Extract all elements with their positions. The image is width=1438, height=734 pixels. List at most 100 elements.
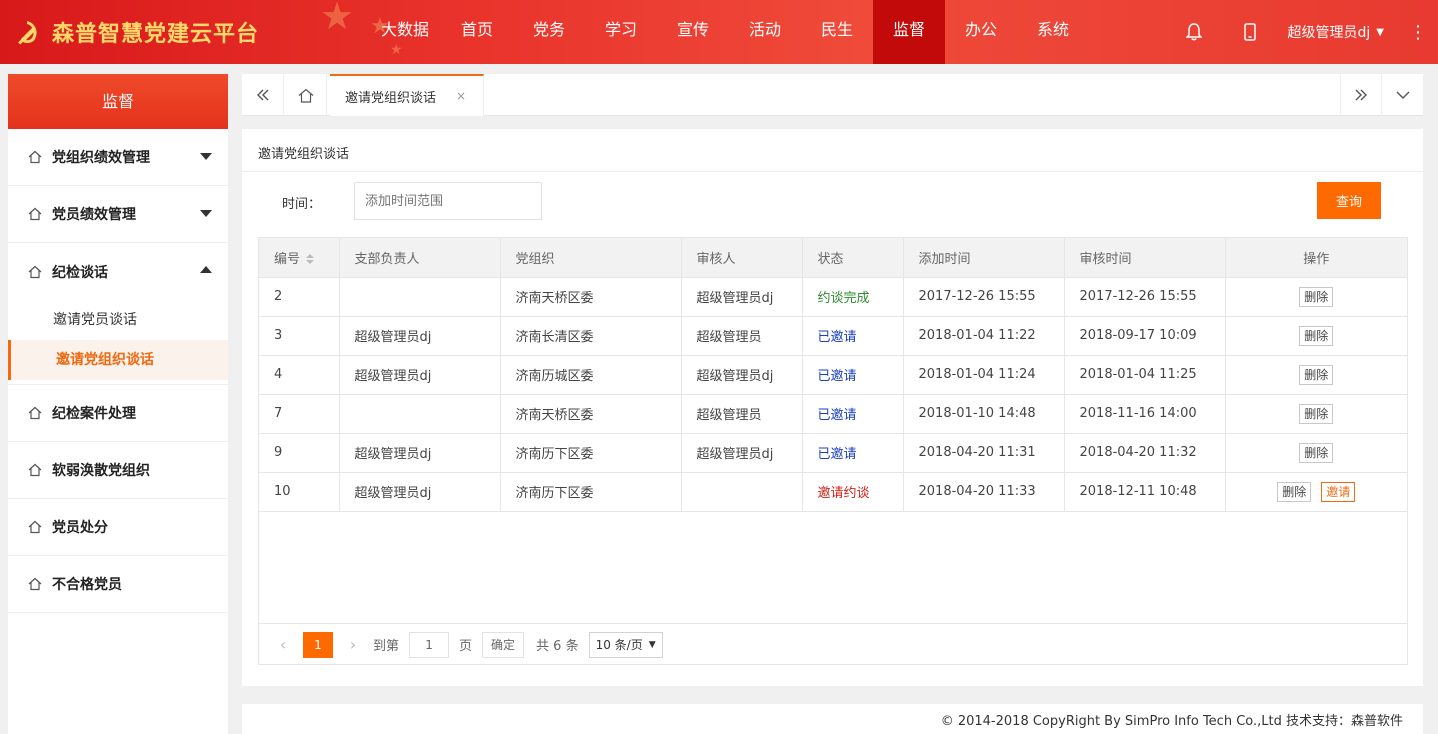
pagination: ‹ 1 › 到第 页 确定 共 6 条 10 条/页 ▼ <box>259 623 1407 665</box>
nav-publicity[interactable]: 宣传 <box>657 0 729 64</box>
goto-page-input[interactable] <box>409 631 450 658</box>
sidebar-item-weak-org[interactable]: 软弱涣散党组织 <box>8 442 228 499</box>
cell-reviewer: 超级管理员dj <box>681 433 803 473</box>
tab-scroll-left-icon[interactable] <box>242 74 284 116</box>
cell-org: 济南历下区委 <box>500 472 682 512</box>
col-id[interactable]: 编号 <box>259 238 340 278</box>
sidebar-item-org-performance[interactable]: 党组织绩效管理 <box>8 129 228 186</box>
home-icon <box>28 520 42 534</box>
col-org: 党组织 <box>500 238 682 278</box>
time-filter-label: 时间： <box>282 197 322 212</box>
cell-status: 已邀请 <box>802 316 904 356</box>
nav-activity[interactable]: 活动 <box>729 0 801 64</box>
time-range-input[interactable] <box>354 182 542 220</box>
cell-reviewed-time: 2017-12-26 15:55 <box>1064 277 1226 317</box>
sidebar-item-label: 纪检谈话 <box>52 264 108 281</box>
sidebar-item-label: 党员绩效管理 <box>52 207 136 223</box>
sidebar-item-label: 不合格党员 <box>52 577 122 593</box>
sidebar-item-unqualified-member[interactable]: 不合格党员 <box>8 556 228 613</box>
brand[interactable]: 森普智慧党建云平台 <box>12 0 259 64</box>
cell-reviewer <box>681 472 803 512</box>
nav-party-affairs[interactable]: 党务 <box>513 0 585 64</box>
cell-leader: 超级管理员dj <box>339 355 501 395</box>
col-reviewed-time: 审核时间 <box>1064 238 1226 278</box>
nav-home[interactable]: 首页 <box>441 0 513 64</box>
header-tools: 超级管理员dj ▼ ⋮ <box>1166 0 1438 64</box>
cell-org: 济南历下区委 <box>500 433 682 473</box>
delete-button[interactable]: 删除 <box>1299 442 1334 463</box>
chevron-down-icon[interactable] <box>1382 74 1424 116</box>
user-menu[interactable]: 超级管理员dj ▼ <box>1278 0 1398 64</box>
nav-bigdata[interactable]: 大数据 <box>369 0 441 64</box>
tab-scroll-right-icon[interactable] <box>1340 74 1382 116</box>
close-icon[interactable]: × <box>456 89 466 103</box>
page-unit-label: 页 <box>459 639 473 654</box>
sidebar-item-discipline-case[interactable]: 纪检案件处理 <box>8 385 228 442</box>
cell-actions: 删除 <box>1225 355 1407 395</box>
cell-org: 济南天桥区委 <box>500 277 682 317</box>
more-icon[interactable]: ⋮ <box>1398 22 1438 43</box>
sidebar-sub-invite-member-talk[interactable]: 邀请党员谈话 <box>8 300 228 340</box>
invite-button[interactable]: 邀请 <box>1321 481 1356 502</box>
delete-button[interactable]: 删除 <box>1299 325 1334 346</box>
sidebar-item-member-performance[interactable]: 党员绩效管理 <box>8 186 228 243</box>
col-leader: 支部负责人 <box>339 238 501 278</box>
table-header-row: 编号 支部负责人 党组织 审核人 状态 添加时间 审核时间 操作 <box>259 238 1407 278</box>
table-row: 2 济南天桥区委 超级管理员dj 约谈完成 2017-12-26 15:55 2017-1… <box>259 277 1407 317</box>
cell-org: 济南长清区委 <box>500 316 682 356</box>
top-nav: 大数据 首页 党务 学习 宣传 活动 民生 监督 办公 系统 <box>369 0 1089 64</box>
home-icon[interactable] <box>285 74 327 116</box>
cell-id: 4 <box>259 355 340 395</box>
cell-leader: 超级管理员dj <box>339 433 501 473</box>
cell-id: 2 <box>259 277 340 317</box>
sidebar-item-member-punishment[interactable]: 党员处分 <box>8 499 228 556</box>
cell-added-time: 2018-01-10 14:48 <box>903 394 1065 434</box>
cell-added-time: 2018-01-04 11:24 <box>903 355 1065 395</box>
delete-button[interactable]: 删除 <box>1299 364 1334 385</box>
cell-status: 邀请约谈 <box>802 472 904 512</box>
home-icon <box>28 406 42 420</box>
tab-invite-org-talk[interactable]: 邀请党组织谈话 × <box>330 74 484 116</box>
query-button[interactable]: 查询 <box>1317 182 1381 219</box>
total-count: 共 6 条 <box>536 639 579 654</box>
sidebar: 监督 党组织绩效管理 党员绩效管理 纪检谈话 邀请党员谈话 邀请党组织谈话 纪检… <box>8 74 228 734</box>
sidebar-sub-invite-org-talk[interactable]: 邀请党组织谈话 <box>8 340 228 380</box>
sidebar-item-label: 党组织绩效管理 <box>52 150 150 166</box>
table-row: 4 超级管理员dj 济南历城区委 超级管理员dj 已邀请 2018-01-04 11:24… <box>259 355 1407 395</box>
goto-confirm-button[interactable]: 确定 <box>482 631 525 658</box>
nav-supervision[interactable]: 监督 <box>873 0 945 64</box>
page-1[interactable]: 1 <box>303 631 333 658</box>
nav-livelihood[interactable]: 民生 <box>801 0 873 64</box>
delete-button[interactable]: 删除 <box>1299 403 1334 424</box>
delete-button[interactable]: 删除 <box>1277 481 1312 502</box>
data-table: 编号 支部负责人 党组织 审核人 状态 添加时间 审核时间 操作 2 济南天桥区委… <box>258 237 1408 665</box>
cell-id: 7 <box>259 394 340 434</box>
tab-bar: 邀请党组织谈话 × <box>242 74 1423 116</box>
nav-system[interactable]: 系统 <box>1017 0 1089 64</box>
prev-page-icon[interactable]: ‹ <box>273 635 293 654</box>
cell-org: 济南天桥区委 <box>500 394 682 434</box>
nav-office[interactable]: 办公 <box>945 0 1017 64</box>
cell-leader <box>339 277 501 317</box>
next-page-icon[interactable]: › <box>343 635 363 654</box>
bell-icon[interactable] <box>1166 0 1222 64</box>
col-reviewer: 审核人 <box>681 238 803 278</box>
sort-icon[interactable] <box>306 254 315 265</box>
page-size-select[interactable]: 10 条/页 ▼ <box>588 631 663 658</box>
nav-study[interactable]: 学习 <box>585 0 657 64</box>
caret-down-icon <box>200 153 212 160</box>
mobile-icon[interactable] <box>1222 0 1278 64</box>
cell-status: 已邀请 <box>802 433 904 473</box>
cell-reviewed-time: 2018-04-20 11:32 <box>1064 433 1226 473</box>
sidebar-item-label: 纪检案件处理 <box>52 406 136 422</box>
sidebar-title: 监督 <box>8 74 228 129</box>
cell-added-time: 2018-01-04 11:22 <box>903 316 1065 356</box>
delete-button[interactable]: 删除 <box>1299 286 1334 307</box>
goto-label: 到第 <box>373 639 400 654</box>
cell-reviewed-time: 2018-12-11 10:48 <box>1064 472 1226 512</box>
cell-status: 已邀请 <box>802 394 904 434</box>
sidebar-item-discipline-talk[interactable]: 纪检谈话 <box>8 243 228 300</box>
cell-reviewed-time: 2018-09-17 10:09 <box>1064 316 1226 356</box>
party-emblem-icon <box>12 16 44 48</box>
cell-reviewer: 超级管理员dj <box>681 355 803 395</box>
